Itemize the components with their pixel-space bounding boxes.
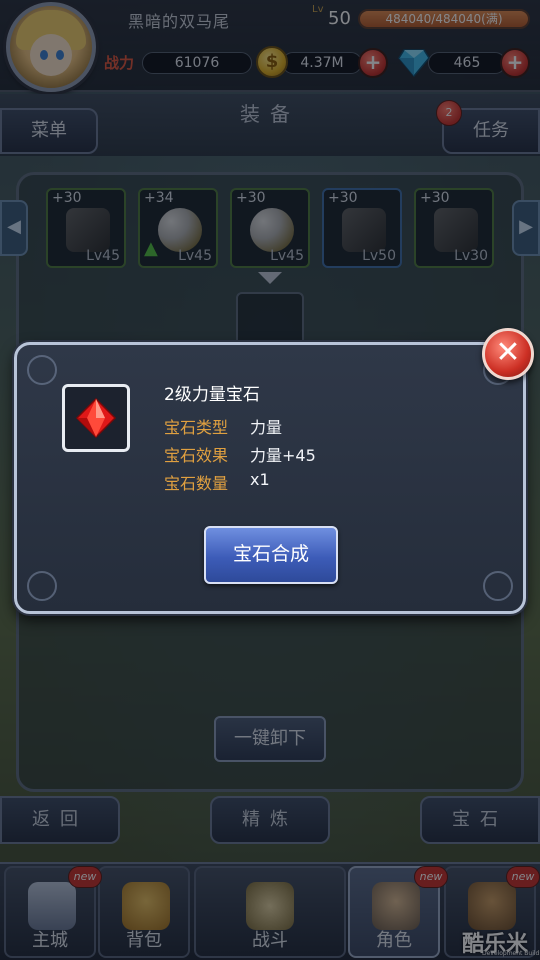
gem-count-label: 宝石数量: [164, 474, 229, 493]
close-icon[interactable]: ✕: [482, 328, 534, 380]
gem-synthesize-button[interactable]: 宝石合成: [204, 526, 338, 584]
gem-count-value: x1: [250, 470, 270, 489]
corner-ornament-icon: [483, 571, 513, 601]
red-gem-icon: [75, 397, 117, 439]
gem-name: 2级力量宝石: [164, 385, 260, 405]
gem-type-value: 力量: [250, 418, 283, 437]
gem-effect-label: 宝石效果: [164, 446, 229, 465]
gem-effect-value: 力量+45: [250, 446, 316, 465]
corner-ornament-icon: [27, 355, 57, 385]
gem-type-label: 宝石类型: [164, 418, 229, 437]
corner-ornament-icon: [27, 571, 57, 601]
gem-icon-frame: [62, 384, 130, 452]
